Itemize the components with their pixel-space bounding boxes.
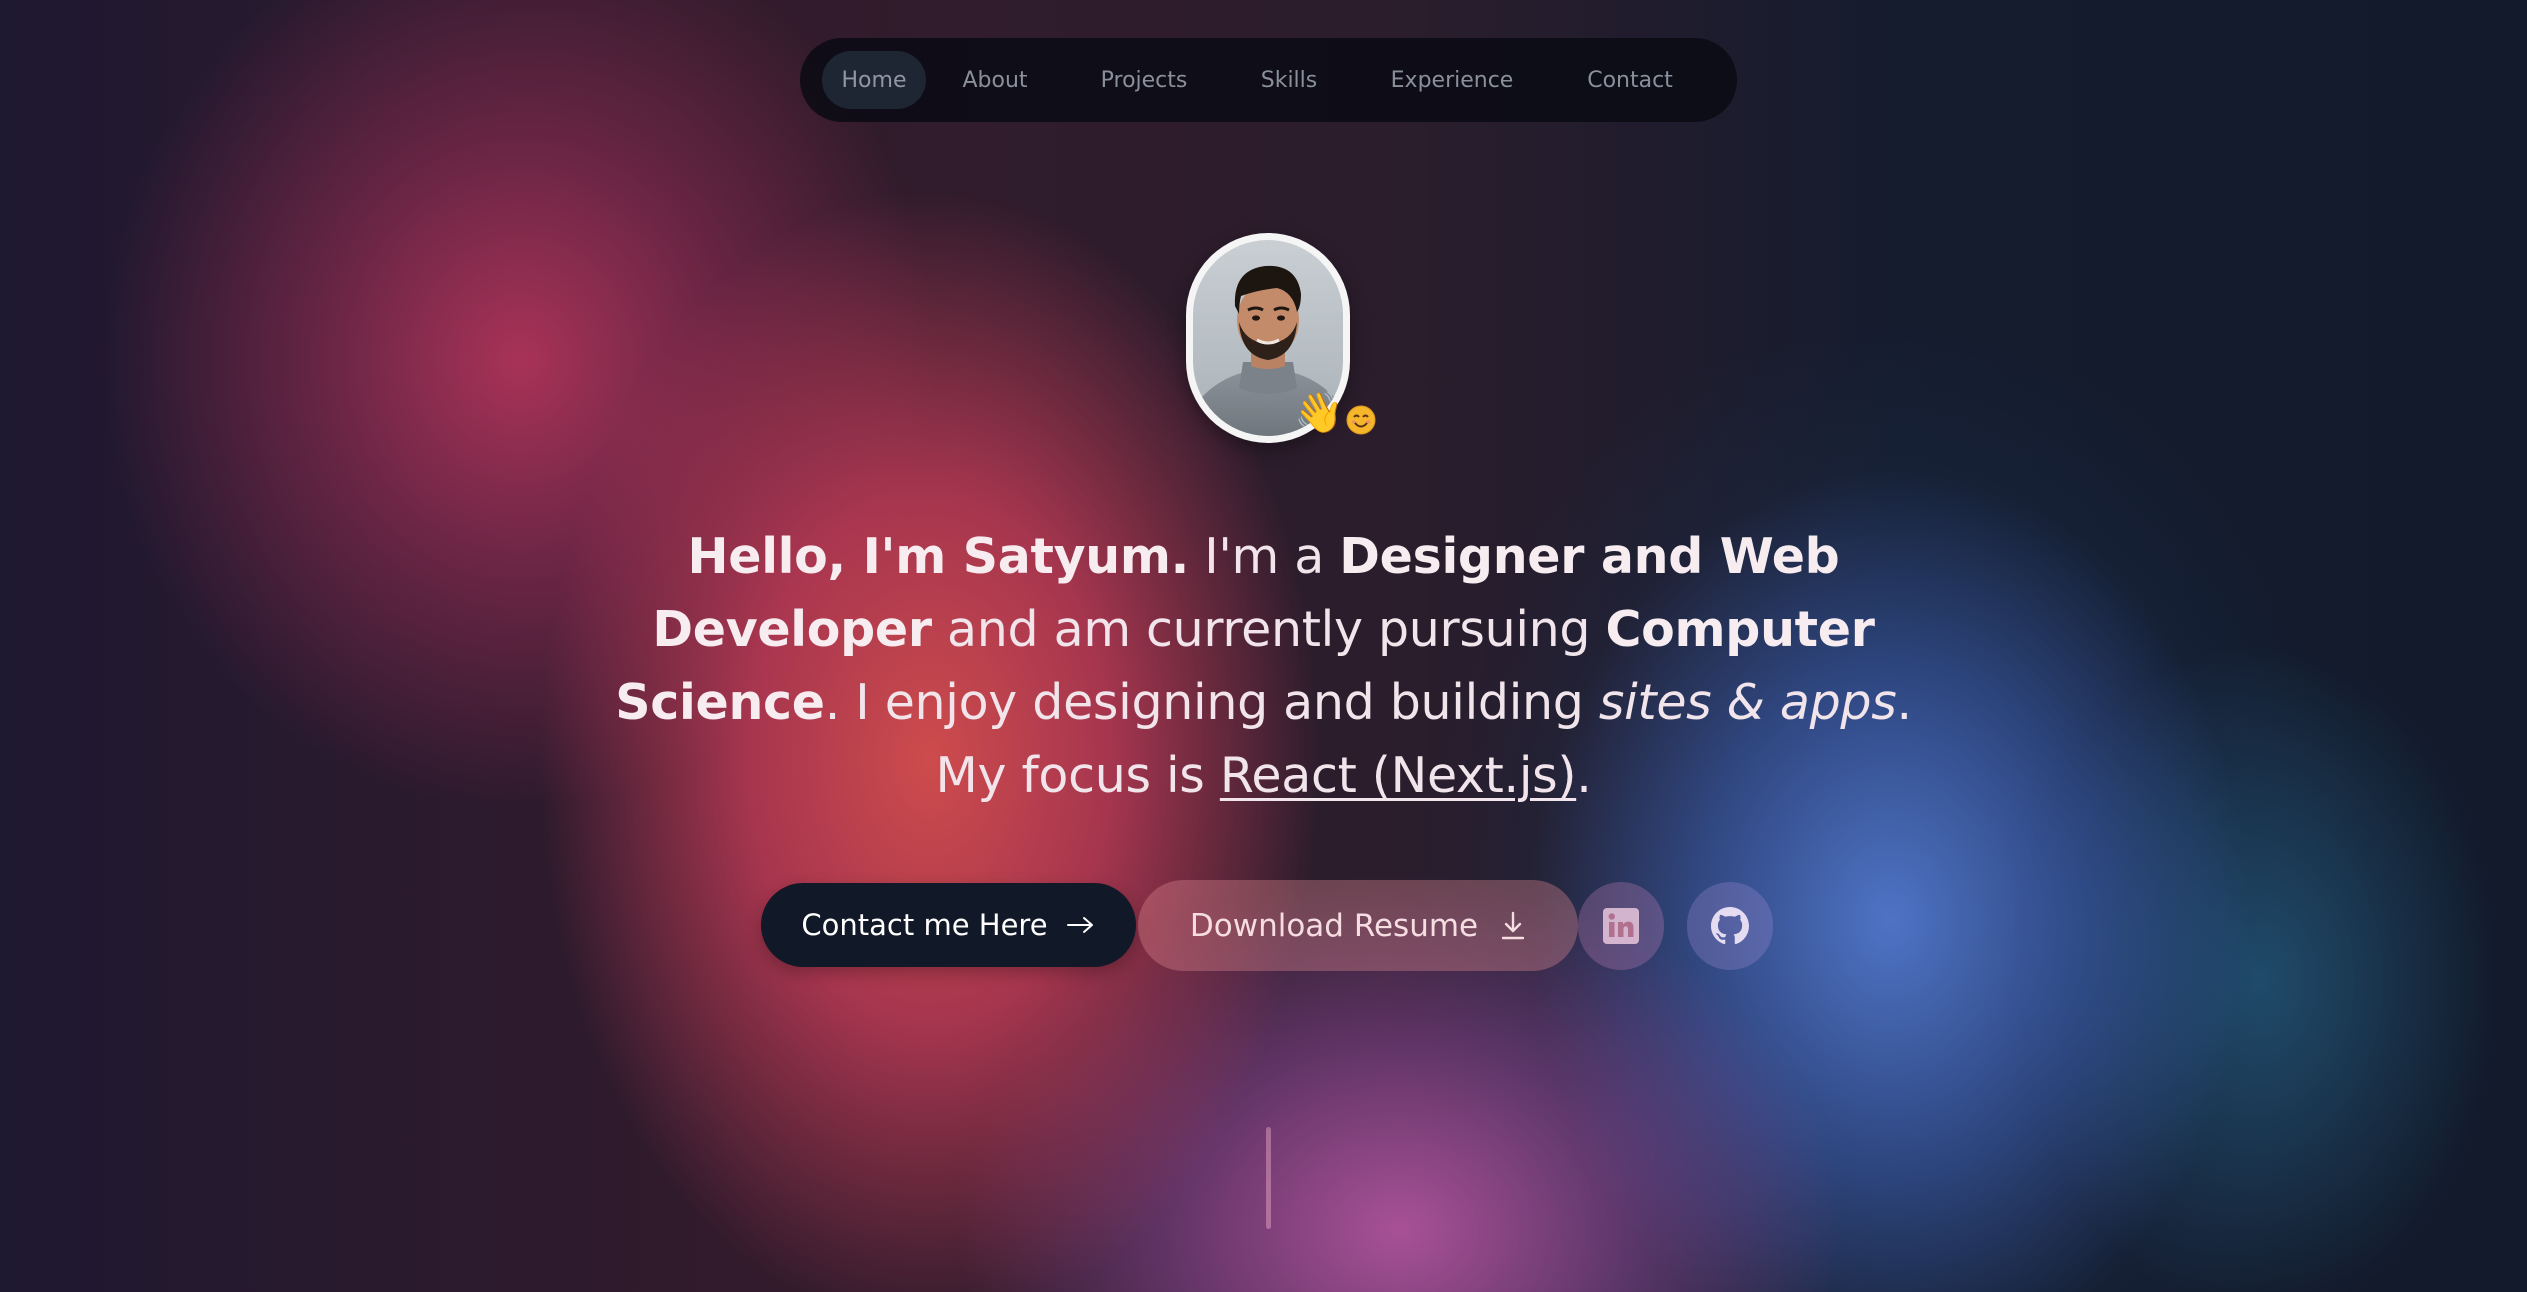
linkedin-icon: [1603, 908, 1639, 944]
nav-experience[interactable]: Experience: [1388, 51, 1516, 109]
nav-contact[interactable]: Contact: [1585, 51, 1675, 109]
headline-text: I'm a: [1188, 528, 1340, 585]
download-resume-button[interactable]: Download Resume: [1138, 880, 1578, 971]
page: Home About Projects Skills Experience Co…: [0, 0, 2527, 1292]
github-icon: [1711, 907, 1749, 945]
download-icon: [1501, 911, 1525, 939]
linkedin-button[interactable]: [1578, 882, 1664, 970]
hero-headline: Hello, I'm Satyum. I'm a Designer and We…: [600, 520, 1927, 812]
headline-greeting: Hello, I'm Satyum.: [687, 528, 1190, 585]
nav-projects[interactable]: Projects: [1098, 51, 1190, 109]
headline-text: .: [1576, 747, 1592, 804]
top-nav: Home About Projects Skills Experience Co…: [800, 38, 1737, 122]
headline-focus-link[interactable]: React (Next.js): [1220, 747, 1577, 804]
scroll-indicator: [1266, 1127, 1271, 1229]
headline-text: . I enjoy designing and building: [824, 674, 1599, 731]
smiling-face-icon: [1346, 405, 1376, 435]
waving-hand-icon: 👋: [1294, 390, 1344, 436]
nav-skills[interactable]: Skills: [1259, 51, 1319, 109]
contact-button[interactable]: Contact me Here: [761, 883, 1136, 967]
headline-emphasis: sites & apps: [1598, 674, 1897, 731]
arrow-right-icon: [1066, 917, 1093, 933]
contact-button-label: Contact me Here: [801, 908, 1048, 942]
headline-text: and am currently pursuing: [931, 601, 1606, 658]
avatar-container: 👋: [1186, 233, 1376, 443]
download-resume-label: Download Resume: [1189, 907, 1479, 944]
github-button[interactable]: [1687, 882, 1773, 970]
nav-about[interactable]: About: [960, 51, 1030, 109]
nav-home[interactable]: Home: [822, 51, 926, 109]
